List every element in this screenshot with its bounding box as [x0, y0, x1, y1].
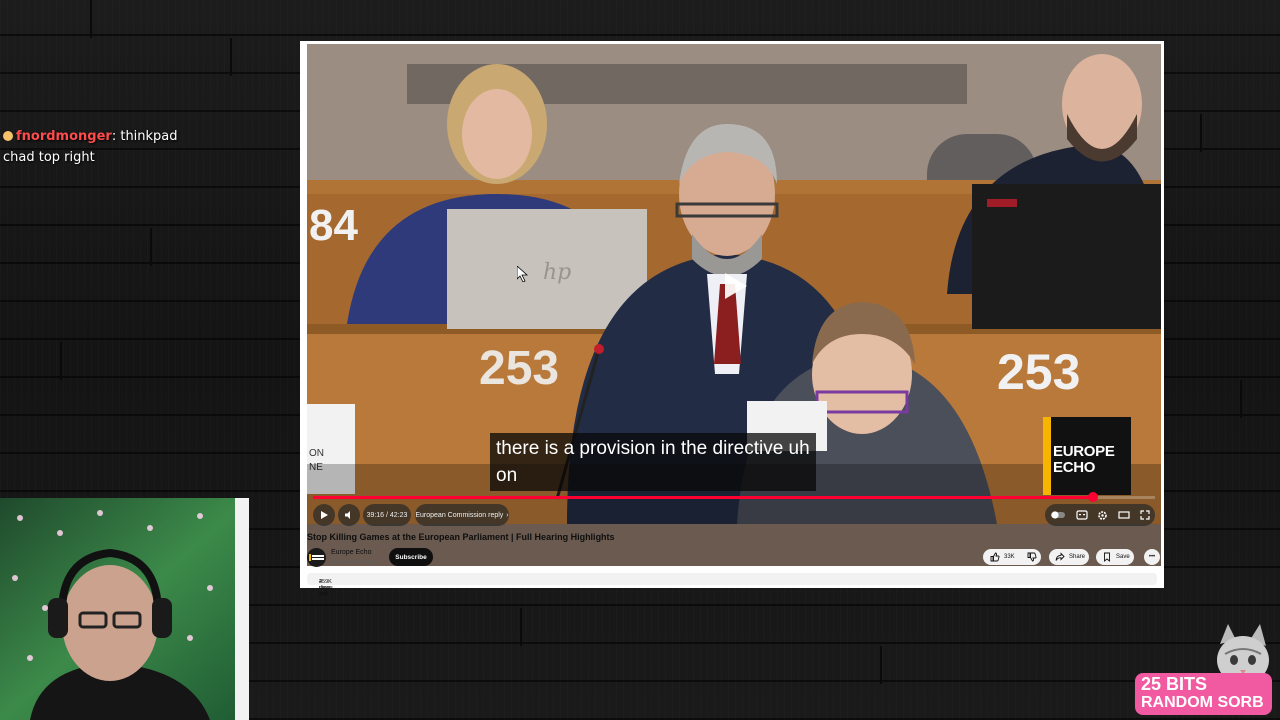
play-icon [321, 511, 328, 519]
more-actions-button[interactable]: ••• [1144, 549, 1160, 565]
channel-watermark: EUROPE ECHO [1043, 417, 1131, 495]
video-player[interactable]: 84 253 253 hp ON NE there is a provision… [307, 44, 1161, 566]
like-button[interactable]: 33K [983, 549, 1041, 565]
wood-seam [60, 342, 62, 380]
svg-text:ON: ON [309, 448, 324, 459]
chat-badge-icon [3, 131, 13, 141]
chat-overlay: fnordmonger: thinkpad chad top right [3, 126, 223, 168]
chat-username: fnordmonger [16, 129, 112, 144]
save-label: Save [1116, 554, 1130, 560]
autoplay-toggle-icon[interactable] [1050, 510, 1066, 520]
subscribe-button[interactable]: Subscribe [389, 548, 433, 566]
chapter-label: European Commission reply [415, 511, 504, 519]
streamer-webcam [0, 498, 249, 720]
theater-icon[interactable] [1118, 510, 1130, 520]
progress-bar[interactable] [313, 492, 1155, 502]
more-horizontal-icon: ••• [1148, 554, 1156, 560]
wood-seam [90, 0, 92, 38]
channel-avatar[interactable] [307, 548, 326, 567]
upload-date: 2 days ago [319, 579, 331, 597]
channel-name[interactable]: Europe Echo [331, 549, 371, 556]
chevron-right-icon: › [506, 511, 509, 519]
time-text: 39:16 / 42:23 [366, 511, 408, 519]
subtitle-line: on [496, 465, 518, 486]
youtube-page: 84 253 253 hp ON NE there is a provision… [300, 41, 1164, 597]
watermark-line1: EUROPE [1053, 443, 1115, 460]
like-count: 33K [1004, 554, 1015, 560]
bits-sender: RANDOM SORB [1141, 694, 1264, 711]
right-controls [1045, 504, 1155, 526]
big-play-icon[interactable] [709, 265, 757, 307]
bookmark-icon [1104, 552, 1110, 562]
seat-number: 84 [309, 201, 358, 250]
wood-seam [1200, 114, 1202, 152]
volume-button[interactable] [338, 504, 360, 526]
captions-icon[interactable] [1076, 510, 1088, 520]
mouse-cursor-icon [517, 266, 529, 282]
wood-seam [150, 228, 152, 266]
channel-logo-icon [309, 554, 324, 561]
thumbs-down-icon[interactable] [1027, 552, 1037, 562]
subtitle-line: there is a provision in the directive uh [496, 438, 810, 459]
watermark-line2: ECHO [1053, 459, 1096, 476]
seat-number: 253 [997, 344, 1080, 400]
description-box[interactable]: 459K views 2 days ago [307, 573, 1157, 597]
seat-number: 253 [479, 342, 559, 395]
laptop-brand-mark: hp [543, 260, 571, 285]
volume-icon [345, 511, 350, 519]
wood-seam [880, 646, 882, 684]
webcam-edge [235, 498, 249, 720]
wood-seam [230, 38, 232, 76]
channel-subscribers: 13.9K subscribers [331, 559, 376, 565]
thumbs-up-icon [990, 552, 1000, 562]
wood-seam [520, 608, 522, 646]
bits-alert: 25 BITS RANDOM SORB [1135, 673, 1272, 715]
chat-message: fnordmonger: thinkpad [3, 126, 223, 147]
progress-fill [313, 496, 1093, 499]
watermark-bar [1043, 417, 1051, 495]
share-label: Share [1069, 554, 1086, 560]
fullscreen-icon[interactable] [1140, 510, 1150, 520]
play-button[interactable] [313, 504, 335, 526]
save-button[interactable]: Save [1096, 549, 1134, 565]
wood-seam [1240, 380, 1242, 418]
chapter-button[interactable]: European Commission reply › [415, 504, 509, 526]
gear-icon[interactable] [1097, 510, 1108, 521]
webcam-image [0, 498, 249, 720]
chat-message-continued: chad top right [3, 150, 95, 165]
video-subtitle: there is a provision in the directive uh… [490, 433, 816, 491]
time-display: 39:16 / 42:23 [363, 504, 411, 526]
share-button[interactable]: Share [1049, 549, 1089, 565]
chat-message-text: : thinkpad [111, 129, 178, 144]
progress-scrubber[interactable] [1087, 492, 1098, 502]
video-title: Stop Killing Games at the European Parli… [307, 532, 615, 542]
share-icon [1055, 552, 1065, 561]
bits-amount: 25 BITS [1141, 674, 1208, 694]
view-count-and-date: 459K views 2 days ago [313, 576, 333, 597]
player-controls: 39:16 / 42:23 European Commission reply … [307, 504, 1161, 526]
